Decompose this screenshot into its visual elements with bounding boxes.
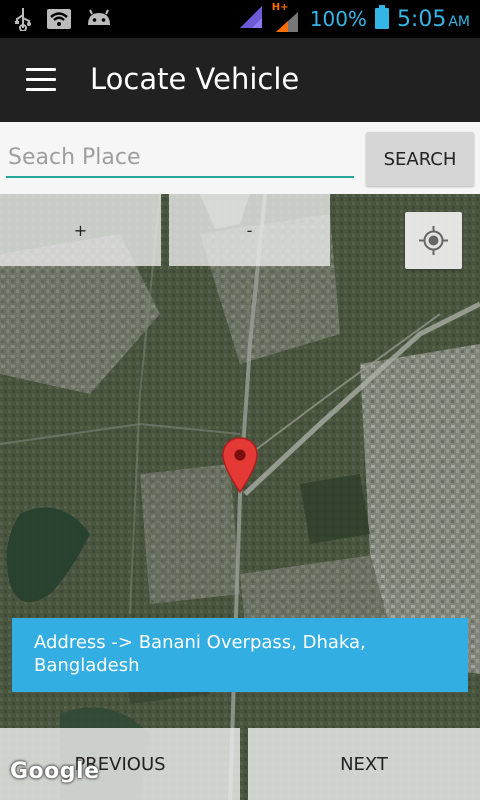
wifi-icon [46, 8, 72, 34]
battery-percent: 100% [309, 7, 367, 31]
clock-ampm: AM [448, 13, 470, 30]
clock-time: 5:05 [396, 6, 447, 32]
next-button[interactable]: NEXT [248, 728, 480, 800]
google-attribution-logo: Google [10, 759, 100, 784]
signal-icon [238, 4, 264, 34]
my-location-button[interactable] [405, 212, 462, 269]
satellite-map-image [0, 194, 480, 800]
battery-icon [374, 5, 389, 33]
status-right-icons: H+ 100% 5:05 AM [238, 2, 470, 34]
android-icon [86, 9, 112, 33]
map-view[interactable]: + - Address -> Banani Overpass, Dhaka, B… [0, 194, 480, 800]
map-pin-icon[interactable] [221, 436, 259, 494]
status-left-icons [14, 7, 112, 35]
app-title: Locate Vehicle [90, 62, 300, 96]
zoom-in-button[interactable]: + [0, 194, 161, 266]
clock: 5:05 AM [397, 7, 470, 32]
usb-icon [14, 7, 32, 35]
search-bar: SEARCH [0, 122, 480, 194]
status-bar: H+ 100% 5:05 AM [0, 0, 480, 38]
hamburger-menu-icon[interactable] [26, 68, 56, 92]
zoom-out-button[interactable]: - [169, 194, 330, 266]
address-label: Address -> Banani Overpass, Dhaka, Bangl… [12, 618, 468, 692]
search-input[interactable] [6, 138, 354, 178]
network-signal-icon: H+ [272, 2, 302, 34]
my-location-icon [419, 226, 448, 255]
app-bar: Locate Vehicle [0, 38, 480, 122]
search-button[interactable]: SEARCH [366, 132, 474, 186]
